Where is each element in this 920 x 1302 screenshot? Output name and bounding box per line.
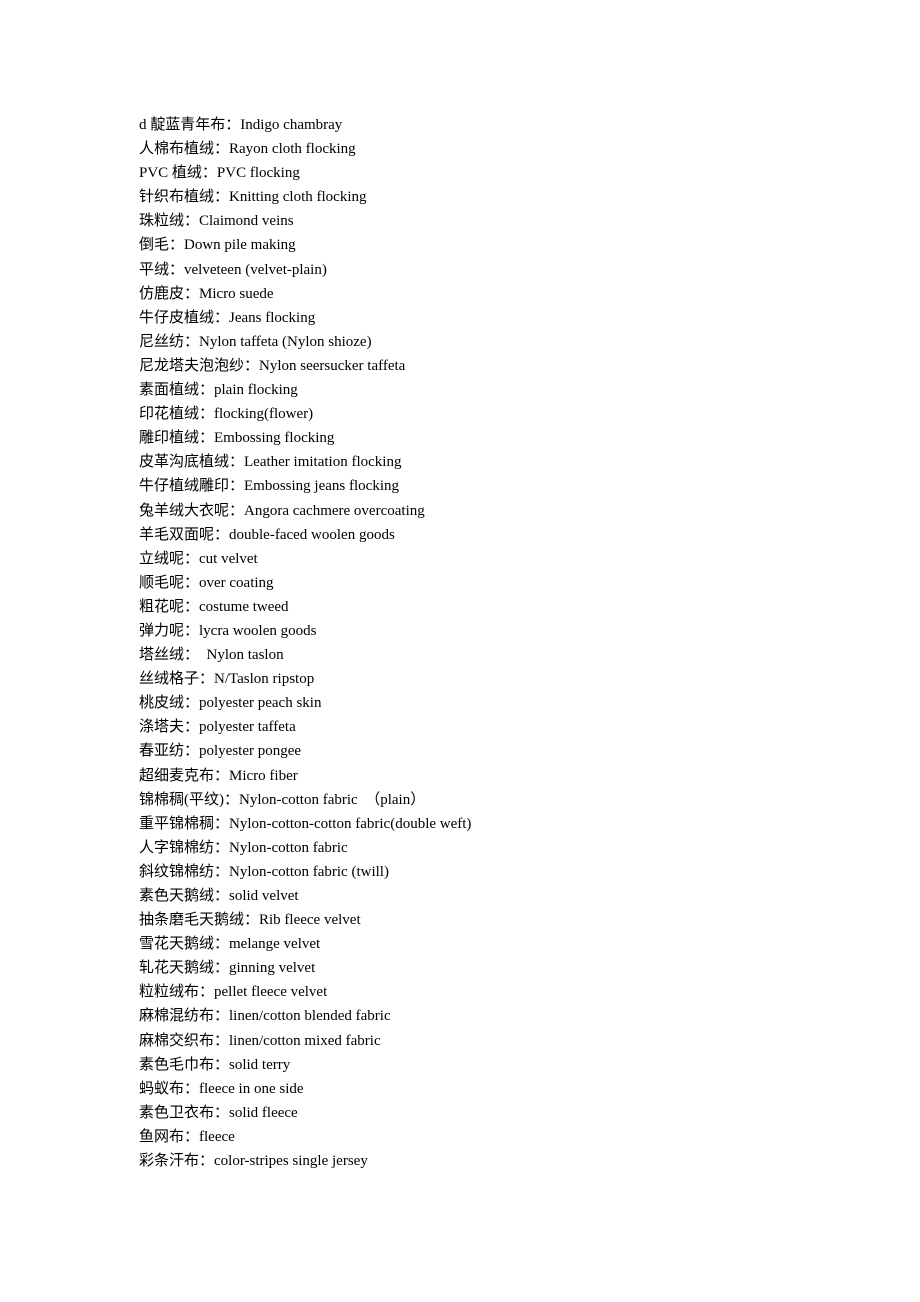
glossary-line: 斜纹锦棉纺：Nylon-cotton fabric (twill) — [139, 863, 389, 880]
glossary-line: 彩条汗布：color-stripes single jersey — [139, 1153, 368, 1170]
glossary-line: 粗花呢：costume tweed — [139, 598, 289, 615]
glossary-line: 雪花天鹅绒：melange velvet — [139, 936, 321, 953]
glossary-line: 丝绒格子：N/Taslon ripstop — [139, 671, 315, 688]
glossary-line: 麻棉混纺布：linen/cotton blended fabric — [139, 1008, 391, 1025]
glossary-line: 羊毛双面呢：double-faced woolen goods — [139, 526, 395, 543]
glossary-line: 重平锦棉稠：Nylon-cotton-cotton fabric(double … — [139, 815, 472, 832]
glossary-line: 超细麦克布：Micro fiber — [139, 767, 298, 784]
glossary-line: 印花植绒：flocking(flower) — [139, 406, 314, 423]
glossary-line: 倒毛：Down pile making — [139, 237, 296, 254]
glossary-line: 人棉布植绒：Rayon cloth flocking — [139, 141, 356, 158]
glossary-line: 锦棉稠(平纹)：Nylon-cotton fabric （plain） — [139, 791, 426, 808]
document-page: d 靛蓝青年布：Indigo chambray 人棉布植绒：Rayon clot… — [139, 113, 839, 1173]
glossary-line: 珠粒绒：Claimond veins — [139, 213, 294, 230]
glossary-line: 鱼网布：fleece — [139, 1128, 235, 1145]
glossary-line: 素色毛巾布：solid terry — [139, 1056, 291, 1073]
glossary-line: 尼丝纺：Nylon taffeta (Nylon shioze) — [139, 333, 372, 350]
glossary-line: 立绒呢：cut velvet — [139, 550, 258, 567]
glossary-line: 塔丝绒： Nylon taslon — [139, 647, 284, 664]
glossary-line: 人字锦棉纺：Nylon-cotton fabric — [139, 839, 348, 856]
glossary-line: 涤塔夫：polyester taffeta — [139, 719, 296, 736]
glossary-line: 皮革沟底植绒：Leather imitation flocking — [139, 454, 402, 471]
glossary-line: 牛仔皮植绒：Jeans flocking — [139, 309, 316, 326]
glossary-line: d 靛蓝青年布：Indigo chambray — [139, 117, 343, 133]
glossary-line: PVC 植绒：PVC flocking — [139, 165, 300, 182]
glossary-line: 针织布植绒：Knitting cloth flocking — [139, 189, 367, 206]
glossary-line: 顺毛呢：over coating — [139, 574, 274, 591]
glossary-line: 素色天鹅绒：solid velvet — [139, 888, 299, 904]
glossary-line: 牛仔植绒雕印：Embossing jeans flocking — [139, 478, 399, 495]
glossary-line: 素面植绒：plain flocking — [139, 382, 298, 399]
glossary-line: 仿鹿皮：Micro suede — [139, 285, 274, 302]
glossary-line: 尼龙塔夫泡泡纱：Nylon seersucker taffeta — [139, 357, 406, 374]
glossary-line: 素色卫衣布：solid fleece — [139, 1104, 298, 1121]
glossary-line: 桃皮绒：polyester peach skin — [139, 695, 322, 712]
glossary-line: 粒粒绒布：pellet fleece velvet — [139, 984, 328, 1001]
glossary-line: 平绒：velveteen (velvet-plain) — [139, 261, 327, 278]
glossary-line: 抽条磨毛天鹅绒：Rib fleece velvet — [139, 912, 361, 929]
glossary-line: 兔羊绒大衣呢：Angora cachmere overcoating — [139, 502, 425, 519]
glossary-line: 春亚纺：polyester pongee — [139, 743, 302, 760]
glossary-line: 雕印植绒：Embossing flocking — [139, 430, 335, 447]
glossary-line: 轧花天鹅绒：ginning velvet — [139, 960, 316, 977]
glossary-line: 弹力呢：lycra woolen goods — [139, 622, 317, 639]
glossary-line: 蚂蚁布：fleece in one side — [139, 1080, 304, 1097]
glossary-line: 麻棉交织布：linen/cotton mixed fabric — [139, 1032, 381, 1049]
